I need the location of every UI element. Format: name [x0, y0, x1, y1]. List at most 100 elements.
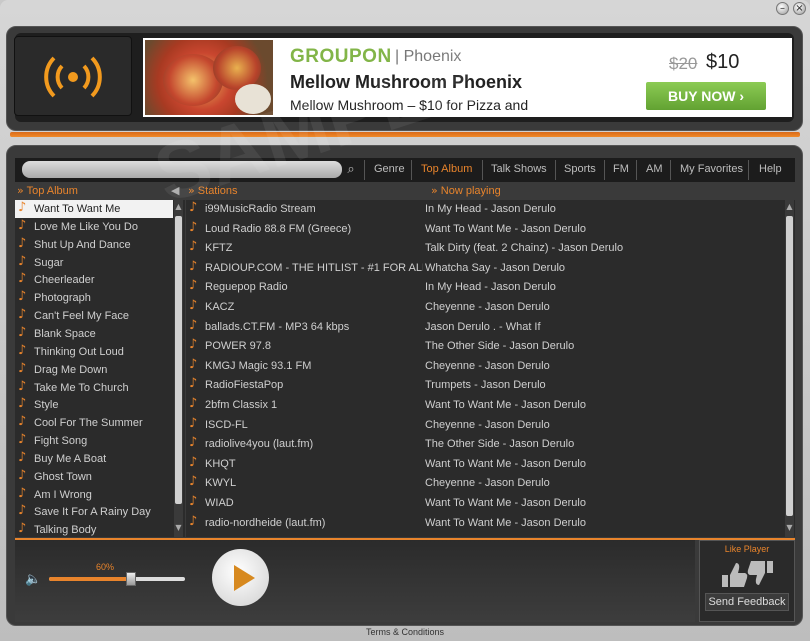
send-feedback-button[interactable]: Send Feedback [705, 593, 789, 611]
table-row[interactable]: ♪ Reguepop Radio In My Head - Jason Derulo [186, 278, 784, 296]
scroll-up-icon[interactable]: ▲ [174, 202, 183, 212]
table-row[interactable]: ♪ RadioFiestaPop Trumpets - Jason Derulo [186, 376, 784, 394]
list-item-label: Fight Song [34, 435, 88, 448]
play-button[interactable] [212, 549, 269, 606]
music-note-icon: ♪ [18, 235, 27, 251]
table-row[interactable]: ♪ KFTZ Talk Dirty (feat. 2 Chainz) - Jason… [186, 239, 784, 257]
terms-link[interactable]: Terms & Conditions [0, 627, 810, 637]
list-item-label: Cool For The Summer [34, 417, 143, 430]
buy-now-button[interactable]: BUY NOW › [646, 82, 766, 110]
list-item[interactable]: ♪ Talking Body [15, 521, 173, 537]
table-row[interactable]: ♪ 2bfm Classix 1 Want To Want Me - Jason D… [186, 396, 784, 414]
nav-genre[interactable]: Genre [374, 163, 405, 175]
speaker-icon[interactable]: 🔈 [25, 572, 41, 587]
list-item[interactable]: ♪ Thinking Out Loud [15, 343, 173, 361]
volume-slider[interactable] [49, 572, 185, 586]
table-row[interactable]: ♪ ballads.CT.FM - MP3 64 kbps Jason Derulo… [186, 318, 784, 336]
music-note-icon: ♪ [18, 449, 27, 465]
nav-my-favorites[interactable]: My Favorites [680, 163, 743, 175]
now-playing-text: Cheyenne - Jason Derulo [425, 477, 550, 490]
list-item[interactable]: ♪ Fight Song [15, 432, 173, 450]
music-note-icon: ♪ [18, 200, 27, 215]
table-row[interactable]: ♪ RADIOUP.COM - THE HITLIST - #1 FOR ALL W… [186, 259, 784, 277]
music-note-icon: ♪ [18, 378, 27, 394]
scroll-down-icon[interactable]: ▼ [785, 523, 794, 533]
nav-am[interactable]: AM [646, 163, 663, 175]
groupon-ad[interactable]: GROUPON | Phoenix Mellow Mushroom Phoeni… [143, 38, 792, 117]
stations-list: ♪ i99MusicRadio Stream In My Head - Jason … [186, 200, 795, 537]
station-name: RADIOUP.COM - THE HITLIST - #1 FOR ALL [205, 261, 423, 274]
list-item[interactable]: ♪ Cool For The Summer [15, 414, 173, 432]
music-note-icon: ♪ [18, 432, 27, 448]
stations-header[interactable]: » Stations [188, 183, 238, 199]
table-row[interactable]: ♪ radiolive4you (laut.fm) The Other Side -… [186, 435, 784, 453]
table-row[interactable]: ♪ KHQT Want To Want Me - Jason Derulo [186, 455, 784, 473]
music-note-icon: ♪ [189, 435, 198, 451]
stations-scrollbar[interactable]: ▲ ▼ [785, 200, 794, 537]
list-item[interactable]: ♪ Buy Me A Boat [15, 450, 173, 468]
list-item[interactable]: ♪ Want To Want Me [15, 200, 173, 218]
list-item-label: Style [34, 399, 59, 412]
table-row[interactable]: ♪ radio-nordheide (laut.fm) Want To Want M… [186, 514, 784, 532]
scroll-up-icon[interactable]: ▲ [785, 202, 794, 212]
table-row[interactable]: ♪ ISCD-FL Cheyenne - Jason Derulo [186, 416, 784, 434]
close-button[interactable]: × [793, 2, 806, 15]
music-note-icon: ♪ [189, 298, 198, 313]
music-note-icon: ♪ [189, 396, 198, 411]
music-note-icon: ♪ [18, 217, 27, 233]
now-playing-text: Talk Dirty (feat. 2 Chainz) - Jason Deru… [425, 242, 624, 255]
list-item[interactable]: ♪ Shut Up And Dance [15, 236, 173, 254]
nav-talk-shows[interactable]: Talk Shows [491, 163, 547, 175]
list-item-label: Drag Me Down [34, 363, 108, 376]
search-input[interactable] [22, 161, 342, 178]
nav-sports[interactable]: Sports [564, 163, 596, 175]
table-row[interactable]: ♪ i99MusicRadio Stream In My Head - Jason … [186, 200, 784, 218]
now-playing-header[interactable]: » Now playing [431, 183, 501, 199]
music-note-icon: ♪ [189, 376, 198, 392]
scroll-thumb[interactable] [786, 216, 793, 516]
minimize-button[interactable]: – [776, 2, 789, 15]
list-item[interactable]: ♪ Style [15, 396, 173, 414]
list-item[interactable]: ♪ Am I Wrong [15, 486, 173, 504]
nav-help[interactable]: Help [759, 163, 782, 175]
music-note-icon: ♪ [18, 289, 27, 305]
search-icon[interactable]: ⌕ [343, 161, 359, 178]
list-item[interactable]: ♪ Can't Feel My Face [15, 307, 173, 325]
table-row[interactable]: ♪ KWYL Cheyenne - Jason Derulo [186, 474, 784, 492]
nav-fm[interactable]: FM [613, 163, 629, 175]
list-item[interactable]: ♪ Blank Space [15, 325, 173, 343]
now-playing-text: Trumpets - Jason Derulo [425, 379, 546, 392]
new-price: $10 [706, 51, 740, 73]
scroll-thumb[interactable] [175, 216, 182, 504]
list-item[interactable]: ♪ Drag Me Down [15, 361, 173, 379]
music-note-icon: ♪ [189, 317, 198, 333]
table-row[interactable]: ♪ KACZ Cheyenne - Jason Derulo [186, 298, 784, 316]
scroll-down-icon[interactable]: ▼ [174, 523, 183, 533]
thumbs-up-icon[interactable] [722, 563, 748, 587]
music-note-icon: ♪ [189, 474, 198, 490]
collapse-arrow-icon[interactable]: ◀ [171, 183, 179, 199]
nav-top-album[interactable]: Top Album [421, 163, 472, 175]
table-row[interactable]: ♪ POWER 97.8 The Other Side - Jason Derulo [186, 337, 784, 355]
list-item[interactable]: ♪ Photograph [15, 289, 173, 307]
volume-knob[interactable] [125, 572, 136, 586]
left-scrollbar[interactable]: ▲ ▼ [174, 200, 183, 537]
table-row[interactable]: ♪ Loud Radio 88.8 FM (Greece) Want To Want… [186, 220, 784, 238]
list-item[interactable]: ♪ Sugar [15, 254, 173, 272]
list-item[interactable]: ♪ Ghost Town [15, 468, 173, 486]
app-window: – × GROUPON | Phoenix Mellow Mushroom Ph… [0, 0, 810, 641]
table-row[interactable]: ♪ KMGJ Magic 93.1 FM Cheyenne - Jason Deru… [186, 357, 784, 375]
list-item-label: Thinking Out Loud [34, 345, 124, 358]
station-name: KMGJ Magic 93.1 FM [205, 359, 312, 372]
list-item[interactable]: ♪ Take Me To Church [15, 379, 173, 397]
list-item[interactable]: ♪ Cheerleader [15, 271, 173, 289]
now-playing-text: Want To Want Me - Jason Derulo [425, 222, 586, 235]
list-item-label: Photograph [34, 292, 91, 305]
music-note-icon: ♪ [18, 521, 27, 537]
list-item[interactable]: ♪ Save It For A Rainy Day [15, 503, 173, 521]
list-item-label: Am I Wrong [34, 488, 92, 501]
list-item[interactable]: ♪ Love Me Like You Do [15, 218, 173, 236]
volume-fill [49, 577, 131, 581]
table-row[interactable]: ♪ WIAD Want To Want Me - Jason Derulo [186, 494, 784, 512]
thumbs-down-icon[interactable] [747, 561, 773, 585]
